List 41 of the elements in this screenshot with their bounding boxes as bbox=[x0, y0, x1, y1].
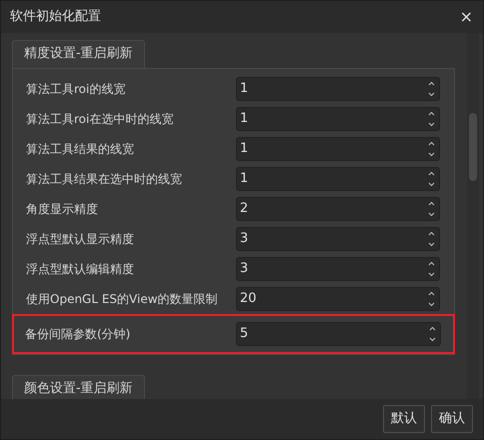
setting-label: 使用OpenGL ES的View的数量限制 bbox=[26, 290, 219, 308]
spin-box[interactable]: 2 bbox=[236, 196, 440, 220]
spin-box[interactable]: 1 bbox=[236, 136, 440, 160]
spin-value: 3 bbox=[240, 260, 248, 278]
spin-value: 20 bbox=[240, 290, 256, 308]
spin-value: 1 bbox=[240, 110, 248, 128]
spin-arrows-icon[interactable] bbox=[428, 110, 435, 126]
spin-value: 1 bbox=[240, 140, 248, 158]
dialog-button[interactable]: 确认 bbox=[431, 405, 473, 433]
spin-box[interactable]: 1 bbox=[236, 76, 440, 100]
setting-label: 算法工具roi在选中时的线宽 bbox=[26, 110, 174, 128]
spin-arrows-icon[interactable] bbox=[429, 326, 436, 342]
spin-box[interactable]: 20 bbox=[236, 286, 440, 310]
spin-value: 1 bbox=[240, 80, 248, 98]
spin-arrows-icon[interactable] bbox=[428, 290, 435, 306]
spin-arrows-icon[interactable] bbox=[428, 170, 435, 186]
scrollbar-thumb[interactable] bbox=[469, 113, 477, 181]
setting-label: 备份间隔参数(分钟) bbox=[25, 326, 132, 342]
spin-arrows-icon[interactable] bbox=[428, 80, 435, 96]
spin-value: 2 bbox=[240, 200, 248, 218]
close-button[interactable]: × bbox=[460, 9, 473, 25]
spin-value: 3 bbox=[240, 230, 248, 248]
setting-label: 浮点型默认编辑精度 bbox=[26, 260, 135, 278]
spin-arrows-icon[interactable] bbox=[428, 200, 435, 216]
spin-arrows-icon[interactable] bbox=[428, 230, 435, 246]
spin-box[interactable]: 3 bbox=[236, 256, 440, 280]
spin-value: 5 bbox=[240, 324, 248, 343]
setting-label: 浮点型默认显示精度 bbox=[26, 230, 135, 248]
setting-label: 算法工具结果在选中时的线宽 bbox=[26, 170, 183, 188]
spin-arrows-icon[interactable] bbox=[428, 140, 435, 156]
spin-box[interactable]: 3 bbox=[236, 226, 440, 250]
setting-label: 算法工具结果的线宽 bbox=[26, 140, 135, 158]
dialog-button[interactable]: 默认 bbox=[383, 405, 425, 433]
spin-arrows-icon[interactable] bbox=[428, 260, 435, 276]
setting-label: 算法工具roi的线宽 bbox=[26, 80, 126, 98]
spin-value: 1 bbox=[240, 170, 248, 188]
spin-box[interactable]: 5 bbox=[236, 322, 441, 346]
spin-box[interactable]: 1 bbox=[236, 166, 440, 190]
spin-box[interactable]: 1 bbox=[236, 106, 440, 130]
window-title: 软件初始化配置 bbox=[10, 8, 101, 26]
setting-label: 角度显示精度 bbox=[26, 200, 99, 218]
